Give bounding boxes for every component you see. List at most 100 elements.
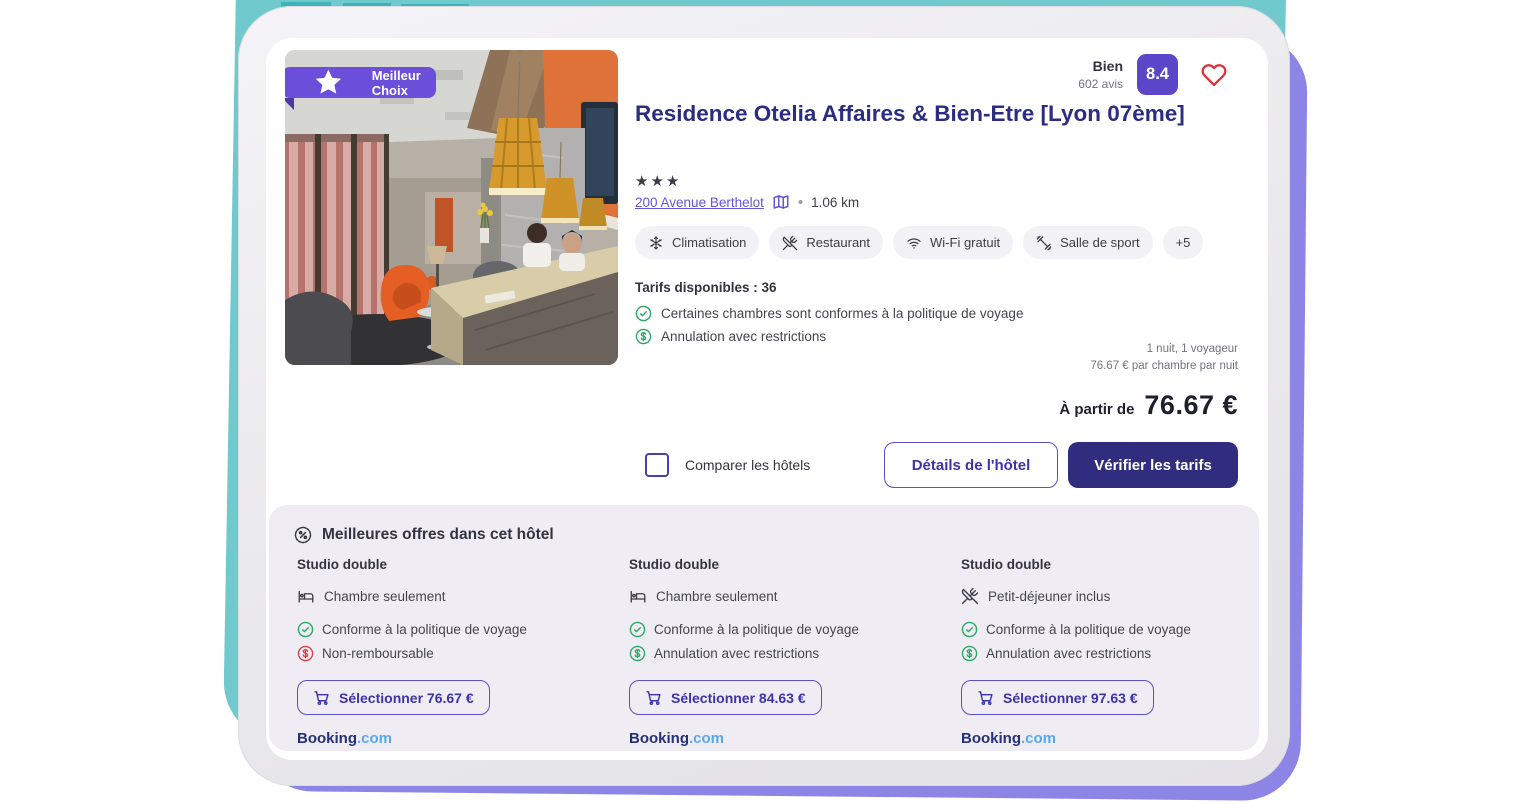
percent-badge-icon bbox=[293, 525, 313, 545]
cart-icon bbox=[313, 689, 330, 706]
offer-policy-text: Conforme à la politique de voyage bbox=[322, 622, 527, 637]
offer-policy-text: Conforme à la politique de voyage bbox=[654, 622, 859, 637]
rating-reviews: 602 avis bbox=[1078, 76, 1123, 92]
amenity-chip-wifi: Wi-Fi gratuit bbox=[893, 226, 1013, 259]
offers-header: Meilleures offres dans cet hôtel bbox=[293, 525, 554, 545]
offer-meal-row: Petit-déjeuner inclus bbox=[961, 587, 1266, 605]
check-circle-icon bbox=[297, 621, 314, 638]
offer-policy-row: Conforme à la politique de voyage bbox=[961, 621, 1266, 638]
bed-icon bbox=[629, 587, 647, 605]
offer-policy-text: Non-remboursable bbox=[322, 646, 434, 661]
offer-policy-row: Annulation avec restrictions bbox=[629, 645, 934, 662]
select-offer-label: Sélectionner 84.63 € bbox=[671, 690, 806, 706]
best-choice-badge: Meilleur Choix bbox=[285, 67, 436, 98]
price-value: 76.67 € bbox=[1144, 390, 1238, 421]
policy-text: Annulation avec restrictions bbox=[661, 329, 826, 344]
provider-logo-booking: Booking.com bbox=[629, 730, 934, 747]
provider-logo-booking: Booking.com bbox=[961, 730, 1266, 747]
rating-score-badge: 8.4 bbox=[1137, 54, 1178, 95]
restaurant-icon bbox=[782, 235, 798, 251]
best-offers-panel: Meilleures offres dans cet hôtel Studio … bbox=[269, 505, 1259, 751]
offer-policy-row: Annulation avec restrictions bbox=[961, 645, 1266, 662]
per-night-label: 76.67 € par chambre par nuit bbox=[1090, 358, 1238, 375]
wifi-icon bbox=[906, 235, 922, 251]
amenity-chip-sport: Salle de sport bbox=[1023, 226, 1153, 259]
offer-policy-text: Annulation avec restrictions bbox=[986, 646, 1151, 661]
verify-rates-button[interactable]: Vérifier les tarifs bbox=[1068, 442, 1238, 488]
offer-room-name: Studio double bbox=[297, 557, 602, 572]
offer-policy-text: Annulation avec restrictions bbox=[654, 646, 819, 661]
price-from-label: À partir de bbox=[1059, 401, 1134, 418]
check-circle-icon bbox=[629, 621, 646, 638]
offer-policy-row: Conforme à la politique de voyage bbox=[297, 621, 602, 638]
check-circle-icon bbox=[635, 305, 652, 322]
amenity-chip-more[interactable]: +5 bbox=[1163, 226, 1204, 259]
select-offer-button[interactable]: Sélectionner 76.67 € bbox=[297, 680, 490, 715]
rating-block: Bien 602 avis 8.4 bbox=[1078, 54, 1228, 95]
tablet-mockup: Meilleur Choix Bien 602 avis 8.4 Residen… bbox=[0, 0, 1536, 804]
amenity-chip-climatisation: Climatisation bbox=[635, 226, 759, 259]
offer-column: Studio double Petit-déjeuner inclus Conf… bbox=[961, 557, 1266, 747]
offer-meal-row: Chambre seulement bbox=[629, 587, 934, 605]
policy-row: Annulation avec restrictions bbox=[635, 325, 1023, 348]
amenity-chips: Climatisation Restaurant Wi-Fi gratuit bbox=[635, 226, 1203, 259]
map-icon[interactable] bbox=[772, 193, 790, 211]
select-offer-button[interactable]: Sélectionner 97.63 € bbox=[961, 680, 1154, 715]
select-offer-label: Sélectionner 97.63 € bbox=[1003, 690, 1138, 706]
amenity-label: Restaurant bbox=[806, 235, 870, 250]
offer-policy-row: Non-remboursable bbox=[297, 645, 602, 662]
amenity-more-label: +5 bbox=[1176, 235, 1191, 250]
provider-suffix: .com bbox=[689, 730, 724, 747]
offer-room-name: Studio double bbox=[629, 557, 934, 572]
offers-title: Meilleures offres dans cet hôtel bbox=[322, 526, 554, 544]
tarifs-title: Tarifs disponibles : 36 bbox=[635, 280, 777, 295]
price-row: À partir de 76.67 € bbox=[1059, 390, 1238, 421]
refund-icon bbox=[961, 645, 978, 662]
check-circle-icon bbox=[961, 621, 978, 638]
cart-icon bbox=[645, 689, 662, 706]
stay-summary: 1 nuit, 1 voyageur 76.67 € par chambre p… bbox=[1090, 341, 1238, 375]
hotel-title: Residence Otelia Affaires & Bien-Etre [L… bbox=[635, 96, 1190, 132]
offer-meal-text: Chambre seulement bbox=[324, 589, 446, 604]
tarifs-policies: Certaines chambres sont conformes à la p… bbox=[635, 302, 1023, 348]
hotel-details-button[interactable]: Détails de l'hôtel bbox=[884, 442, 1058, 488]
provider-suffix: .com bbox=[357, 730, 392, 747]
compare-label: Comparer les hôtels bbox=[685, 457, 810, 473]
refund-icon bbox=[297, 645, 314, 662]
rating-label: Bien bbox=[1078, 57, 1123, 76]
compare-checkbox[interactable] bbox=[645, 453, 669, 477]
select-offer-label: Sélectionner 76.67 € bbox=[339, 690, 474, 706]
best-choice-label: Meilleur Choix bbox=[372, 68, 421, 98]
offer-room-name: Studio double bbox=[961, 557, 1266, 572]
offer-meal-row: Chambre seulement bbox=[297, 587, 602, 605]
offer-column: Studio double Chambre seulement Conforme… bbox=[629, 557, 934, 747]
provider-logo-booking: Booking.com bbox=[297, 730, 602, 747]
offer-meal-text: Petit-déjeuner inclus bbox=[988, 589, 1110, 604]
hotel-photo[interactable]: Meilleur Choix bbox=[285, 50, 618, 365]
amenity-label: Wi-Fi gratuit bbox=[930, 235, 1000, 250]
heart-icon[interactable] bbox=[1200, 62, 1228, 88]
compare-hotels-control[interactable]: Comparer les hôtels bbox=[645, 442, 810, 488]
stay-label: 1 nuit, 1 voyageur bbox=[1090, 341, 1238, 358]
select-offer-button[interactable]: Sélectionner 84.63 € bbox=[629, 680, 822, 715]
amenity-chip-restaurant: Restaurant bbox=[769, 226, 883, 259]
provider-suffix: .com bbox=[1021, 730, 1056, 747]
offer-column: Studio double Chambre seulement Conforme… bbox=[297, 557, 602, 747]
hotel-star-rating: ★★★ bbox=[635, 172, 681, 190]
refund-icon bbox=[635, 328, 652, 345]
bed-icon bbox=[297, 587, 315, 605]
dumbbell-icon bbox=[1036, 235, 1052, 251]
snowflake-icon bbox=[648, 235, 664, 251]
address-row: 200 Avenue Berthelot • 1.06 km bbox=[635, 193, 859, 211]
amenity-label: Climatisation bbox=[672, 235, 746, 250]
separator-dot: • bbox=[798, 194, 803, 211]
offer-policy-text: Conforme à la politique de voyage bbox=[986, 622, 1191, 637]
address-link[interactable]: 200 Avenue Berthelot bbox=[635, 195, 764, 210]
hotel-result-card: Meilleur Choix Bien 602 avis 8.4 Residen… bbox=[266, 38, 1268, 760]
provider-name: Booking bbox=[961, 730, 1021, 747]
provider-name: Booking bbox=[629, 730, 689, 747]
restaurant-icon bbox=[961, 587, 979, 605]
policy-row: Certaines chambres sont conformes à la p… bbox=[635, 302, 1023, 325]
distance-label: 1.06 km bbox=[811, 195, 859, 210]
offer-meal-text: Chambre seulement bbox=[656, 589, 778, 604]
